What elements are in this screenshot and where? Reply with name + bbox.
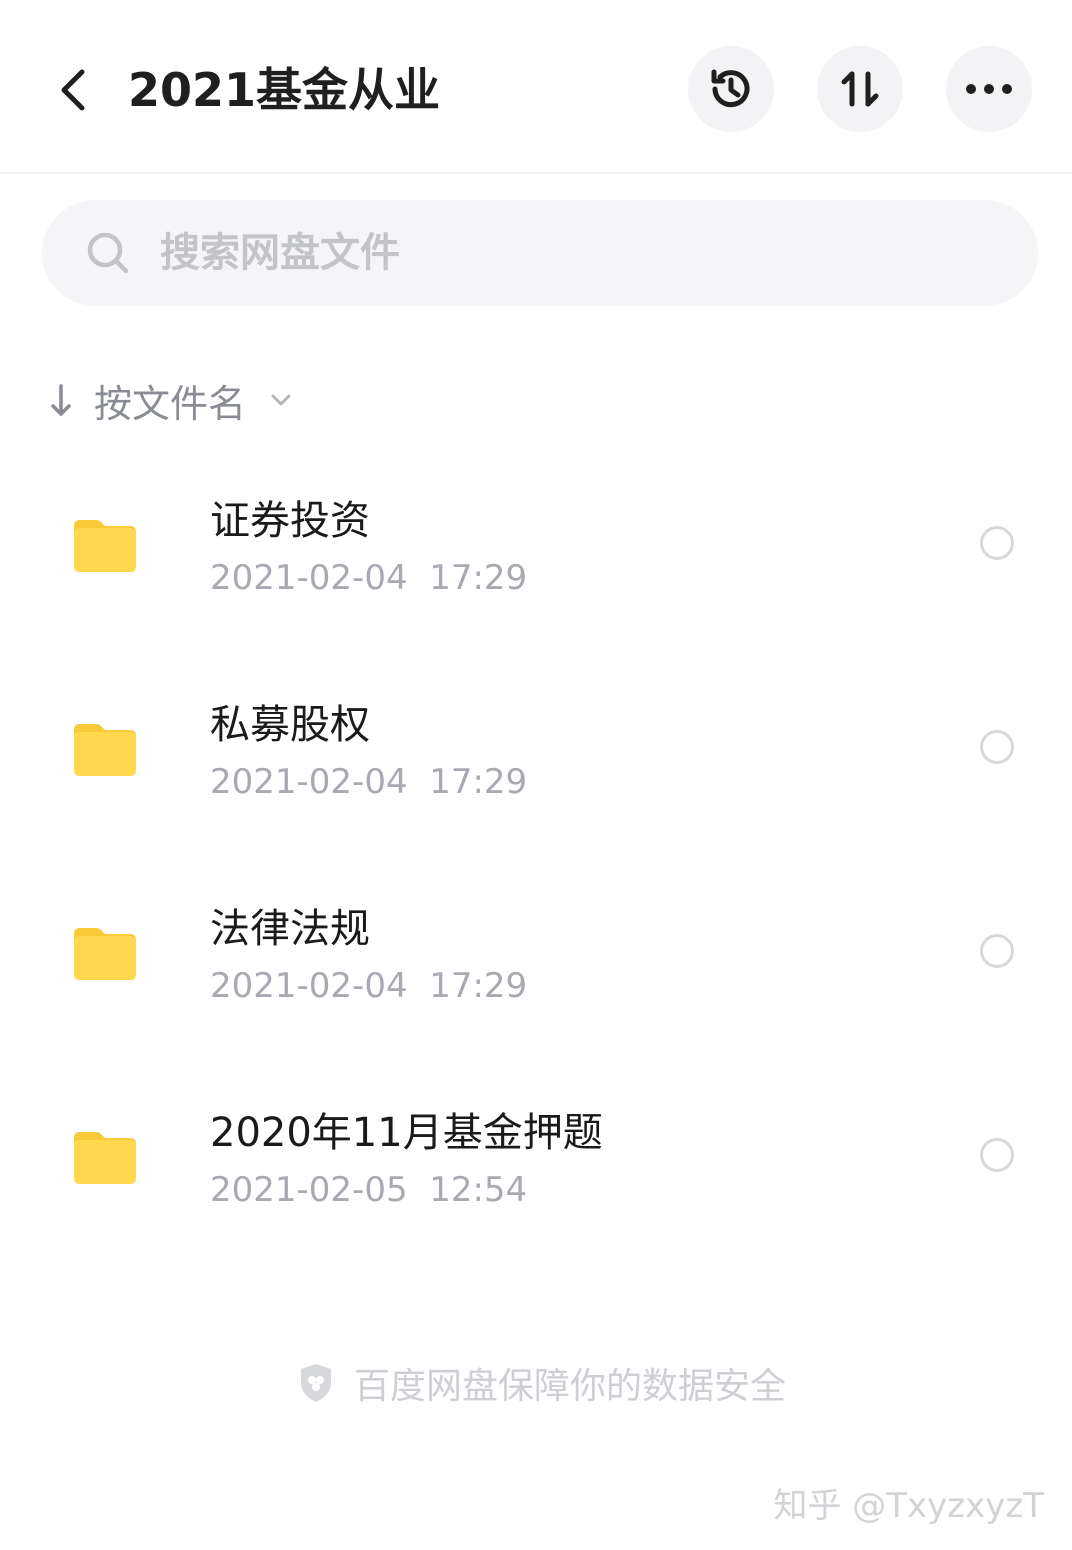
file-name: 法律法规 [210, 906, 370, 952]
more-horizontal-icon [966, 84, 1012, 94]
search-placeholder: 搜索网盘文件 [160, 230, 400, 276]
list-item[interactable]: 2020年11月基金押题 2021-02-05 12:54 [0, 1068, 1072, 1272]
file-name: 2020年11月基金押题 [210, 1110, 603, 1156]
watermark: 知乎 @TxyzxyzT [773, 1486, 1044, 1526]
folder-icon [74, 520, 136, 572]
sort-selector[interactable]: 按文件名 [46, 372, 292, 428]
top-bar: 2021基金从业 [0, 0, 1072, 174]
sort-arrows-icon [841, 71, 879, 107]
folder-icon [74, 1132, 136, 1184]
history-button[interactable] [688, 46, 774, 132]
sort-button[interactable] [817, 46, 903, 132]
history-icon [711, 69, 750, 108]
file-date: 2021-02-05 12:54 [210, 1170, 528, 1210]
file-name: 证券投资 [210, 498, 370, 544]
more-button[interactable] [946, 46, 1032, 132]
chevron-down-icon [271, 394, 291, 406]
back-button[interactable] [44, 58, 104, 122]
folder-icon [74, 928, 136, 980]
list-item[interactable]: 法律法规 2021-02-04 17:29 [0, 864, 1072, 1068]
file-name: 私募股权 [210, 702, 370, 748]
folder-icon [74, 724, 136, 776]
search-icon [87, 232, 129, 274]
shield-icon [301, 1364, 331, 1402]
security-text: 百度网盘保障你的数据安全 [354, 1366, 787, 1407]
chevron-left-icon [61, 69, 85, 111]
sort-label: 按文件名 [94, 381, 247, 426]
select-checkbox[interactable] [980, 934, 1014, 968]
select-checkbox[interactable] [980, 526, 1014, 560]
arrow-down-icon [51, 384, 71, 416]
list-item[interactable]: 私募股权 2021-02-04 17:29 [0, 660, 1072, 864]
list-item[interactable]: 证券投资 2021-02-04 17:29 [0, 456, 1072, 660]
select-checkbox[interactable] [980, 1138, 1014, 1172]
search-input[interactable]: 搜索网盘文件 [42, 200, 1038, 306]
file-date: 2021-02-04 17:29 [210, 966, 528, 1006]
page-title: 2021基金从业 [128, 63, 441, 117]
file-date: 2021-02-04 17:29 [210, 558, 528, 598]
security-notice: 百度网盘保障你的数据安全 [298, 1358, 786, 1408]
select-checkbox[interactable] [980, 730, 1014, 764]
file-date: 2021-02-04 17:29 [210, 762, 528, 802]
